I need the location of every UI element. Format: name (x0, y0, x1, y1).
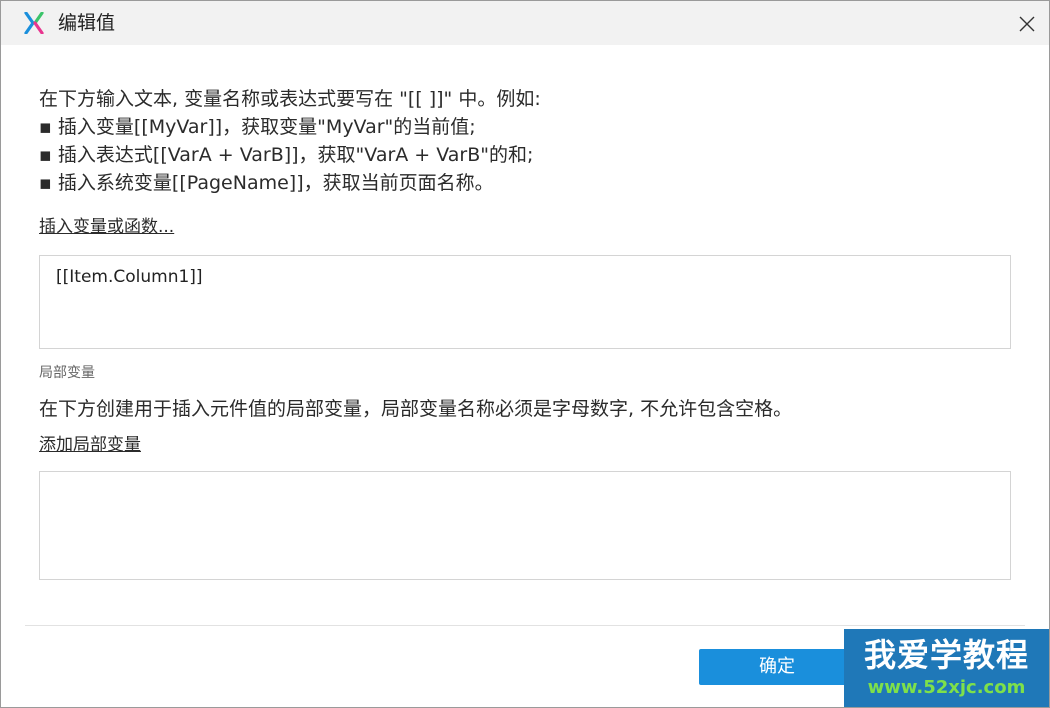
titlebar: 编辑值 (1, 1, 1049, 45)
watermark-title: 我爱学教程 (863, 636, 1029, 674)
ok-button[interactable]: 确定 (699, 649, 855, 685)
local-variables-list[interactable] (39, 471, 1011, 580)
insert-variable-or-function-link[interactable]: 插入变量或函数... (39, 216, 174, 238)
local-variables-description: 在下方创建用于插入元件值的局部变量，局部变量名称必须是字母数字, 不允许包含空格… (39, 398, 793, 420)
dialog-title: 编辑值 (58, 12, 116, 34)
instruction-line: ▪ 插入表达式[[VarA + VarB]]，获取"VarA + VarB"的和… (39, 144, 534, 166)
close-icon[interactable] (1014, 11, 1040, 37)
watermark-logo: 我爱学教程 www.52xjc.com (844, 629, 1049, 707)
footer-divider (25, 625, 1025, 626)
x-logo-icon (24, 12, 44, 34)
add-local-variable-link[interactable]: 添加局部变量 (39, 434, 141, 456)
value-text: [[Item.Column1]] (56, 267, 203, 287)
value-textarea[interactable]: [[Item.Column1]] (39, 255, 1011, 349)
watermark-url: www.52xjc.com (867, 677, 1026, 698)
instructions: 在下方输入文本, 变量名称或表达式要写在 "[[ ]]" 中。例如: ▪ 插入变… (39, 85, 1019, 197)
instruction-line: ▪ 插入系统变量[[PageName]]，获取当前页面名称。 (39, 172, 494, 194)
instruction-line: ▪ 插入变量[[MyVar]]，获取变量"MyVar"的当前值; (39, 116, 476, 138)
edit-value-dialog: 编辑值 在下方输入文本, 变量名称或表达式要写在 "[[ ]]" 中。例如: ▪… (0, 0, 1050, 708)
instruction-line: 在下方输入文本, 变量名称或表达式要写在 "[[ ]]" 中。例如: (39, 88, 541, 110)
local-variables-label: 局部变量 (39, 365, 95, 381)
